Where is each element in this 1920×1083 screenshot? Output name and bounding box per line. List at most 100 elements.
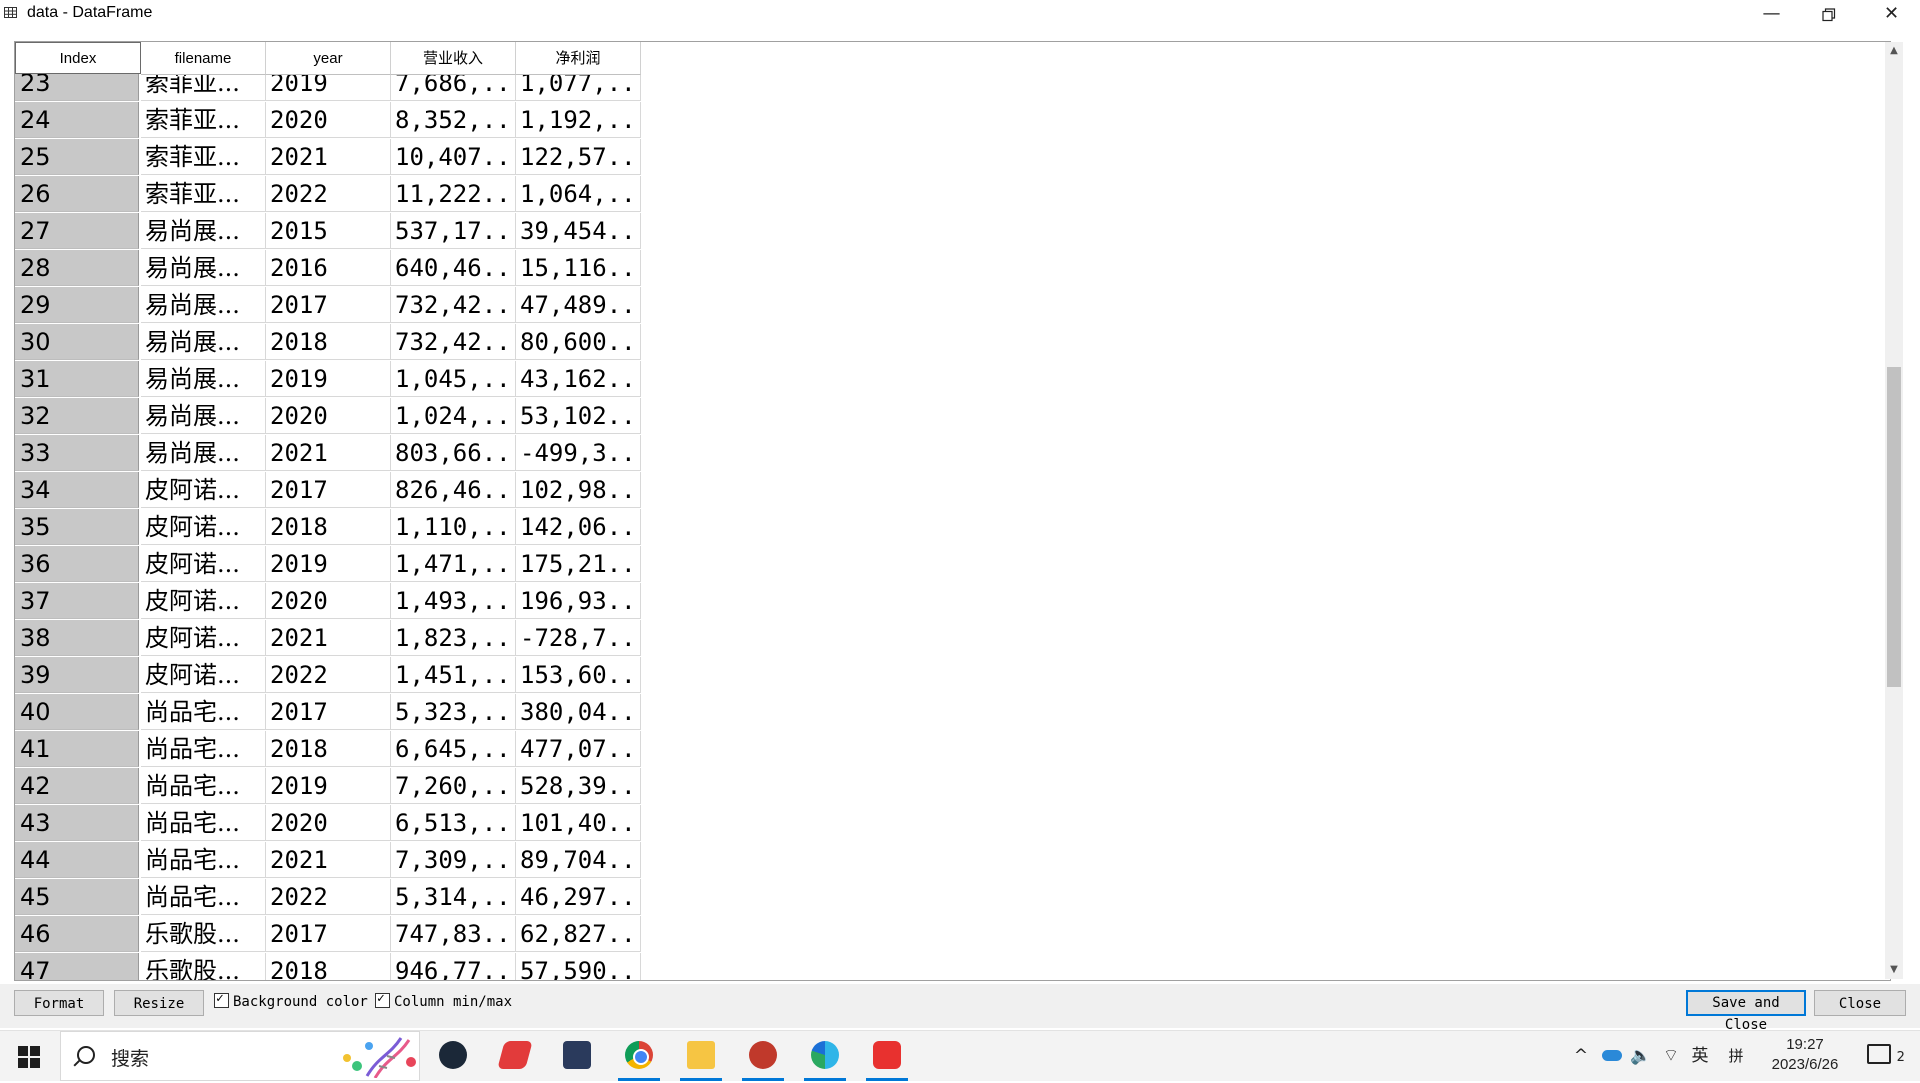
input-language-indicator[interactable]: 英 [1688, 1031, 1712, 1081]
cell-profit[interactable]: 196,93... [516, 583, 641, 619]
close-window-button[interactable]: ✕ [1863, 0, 1920, 29]
cell-profit[interactable]: 43,162... [516, 361, 641, 397]
cell-index[interactable]: 32 [15, 398, 139, 434]
cell-year[interactable]: 2021 [266, 842, 391, 878]
column-header-year[interactable]: year [266, 42, 391, 75]
cell-year[interactable]: 2017 [266, 916, 391, 952]
cell-profit[interactable]: 53,102... [516, 398, 641, 434]
scroll-down-arrow-icon[interactable]: ▼ [1885, 961, 1903, 979]
cell-profit[interactable]: 46,297... [516, 879, 641, 915]
cell-profit[interactable]: 477,07... [516, 731, 641, 767]
cell-profit[interactable]: -499,3... [516, 435, 641, 471]
notification-center-icon[interactable]: 2 [1866, 1031, 1906, 1081]
cell-year[interactable]: 2020 [266, 583, 391, 619]
cell-revenue[interactable]: 537,17... [391, 213, 516, 249]
cell-index[interactable]: 43 [15, 805, 139, 841]
cell-revenue[interactable]: 747,83... [391, 916, 516, 952]
cell-index[interactable]: 33 [15, 435, 139, 471]
cell-year[interactable]: 2016 [266, 250, 391, 286]
red-app-taskbar-icon[interactable] [486, 1031, 544, 1081]
cell-revenue[interactable]: 946,77... [391, 953, 516, 980]
cell-year[interactable]: 2015 [266, 213, 391, 249]
cell-revenue[interactable]: 826,46... [391, 472, 516, 508]
cell-year[interactable]: 2019 [266, 361, 391, 397]
cell-filename[interactable]: 尚品宅... [141, 731, 266, 767]
cell-filename[interactable]: 皮阿诺... [141, 620, 266, 656]
cell-profit[interactable]: 47,489... [516, 287, 641, 323]
cell-filename[interactable]: 易尚展... [141, 213, 266, 249]
cell-revenue[interactable]: 640,46... [391, 250, 516, 286]
cell-year[interactable]: 2019 [266, 546, 391, 582]
cell-filename[interactable]: 乐歌股... [141, 916, 266, 952]
steam-taskbar-icon[interactable] [424, 1031, 482, 1081]
cell-year[interactable]: 2021 [266, 435, 391, 471]
python-app-taskbar-icon[interactable] [734, 1031, 792, 1081]
cell-year[interactable]: 2021 [266, 620, 391, 656]
cell-filename[interactable]: 尚品宅... [141, 842, 266, 878]
cell-revenue[interactable]: 1,110,... [391, 509, 516, 545]
cell-revenue[interactable]: 7,309,... [391, 842, 516, 878]
cell-year[interactable]: 2017 [266, 694, 391, 730]
file-explorer-taskbar-icon[interactable] [672, 1031, 730, 1081]
cell-index[interactable]: 40 [15, 694, 139, 730]
cell-profit[interactable]: 102,98... [516, 472, 641, 508]
cell-index[interactable]: 47 [15, 953, 139, 980]
cell-filename[interactable]: 皮阿诺... [141, 546, 266, 582]
cell-filename[interactable]: 索菲亚... [141, 176, 266, 212]
wifi-icon[interactable]: ⌔ [1660, 1031, 1682, 1081]
cell-index[interactable]: 37 [15, 583, 139, 619]
cell-filename[interactable]: 尚品宅... [141, 694, 266, 730]
checkbox-checked-icon[interactable] [214, 990, 229, 1008]
cell-revenue[interactable]: 803,66... [391, 435, 516, 471]
cell-revenue[interactable]: 1,024,... [391, 398, 516, 434]
minimize-button[interactable]: — [1743, 0, 1800, 29]
cell-revenue[interactable]: 10,407... [391, 139, 516, 175]
cell-year[interactable]: 2022 [266, 879, 391, 915]
cell-filename[interactable]: 索菲亚... [141, 139, 266, 175]
cat-app-taskbar-icon[interactable] [548, 1031, 606, 1081]
cell-profit[interactable]: 101,40... [516, 805, 641, 841]
save-and-close-button[interactable]: Save and Close [1686, 990, 1806, 1033]
cell-year[interactable]: 2018 [266, 324, 391, 360]
cell-revenue[interactable]: 8,352,... [391, 102, 516, 138]
cell-revenue[interactable]: 1,451,... [391, 657, 516, 693]
cell-revenue[interactable]: 7,260,... [391, 768, 516, 804]
vertical-scrollbar[interactable]: ▲ ▼ [1885, 42, 1903, 979]
taskbar-search-box[interactable]: 搜索 [60, 1031, 420, 1081]
cell-filename[interactable]: 易尚展... [141, 435, 266, 471]
cell-revenue[interactable]: 6,513,... [391, 805, 516, 841]
cell-revenue[interactable]: 1,471,... [391, 546, 516, 582]
cell-revenue[interactable]: 732,42... [391, 324, 516, 360]
cell-revenue[interactable]: 11,222... [391, 176, 516, 212]
cell-index[interactable]: 29 [15, 287, 139, 323]
cell-profit[interactable]: 528,39... [516, 768, 641, 804]
cell-year[interactable]: 2020 [266, 102, 391, 138]
resize-button[interactable]: Resize [114, 990, 204, 1016]
cell-index[interactable]: 28 [15, 250, 139, 286]
scrollbar-thumb[interactable] [1887, 367, 1901, 687]
cell-index[interactable]: 45 [15, 879, 139, 915]
wps-taskbar-icon[interactable] [858, 1031, 916, 1081]
cell-profit[interactable]: 80,600... [516, 324, 641, 360]
cell-profit[interactable]: 89,704... [516, 842, 641, 878]
cell-year[interactable]: 2020 [266, 398, 391, 434]
cell-revenue[interactable]: 5,314,... [391, 879, 516, 915]
checkbox-checked-icon[interactable] [375, 990, 390, 1008]
cell-filename[interactable]: 易尚展... [141, 287, 266, 323]
cell-filename[interactable]: 易尚展... [141, 398, 266, 434]
cell-profit[interactable]: 62,827... [516, 916, 641, 952]
cell-profit[interactable]: 1,064,... [516, 176, 641, 212]
cell-index[interactable]: 30 [15, 324, 139, 360]
cell-filename[interactable]: 尚品宅... [141, 768, 266, 804]
cell-profit[interactable]: 39,454... [516, 213, 641, 249]
cell-filename[interactable]: 皮阿诺... [141, 472, 266, 508]
cell-index[interactable]: 44 [15, 842, 139, 878]
cell-revenue[interactable]: 1,493,... [391, 583, 516, 619]
cell-profit[interactable]: 380,04... [516, 694, 641, 730]
dataframe-table[interactable]: 23 索菲亚... 2019 7,686,... 1,077,... 24 索菲亚... 20… [14, 41, 1891, 981]
cell-revenue[interactable]: 5,323,... [391, 694, 516, 730]
cell-profit[interactable]: -728,7... [516, 620, 641, 656]
cell-profit[interactable]: 175,21... [516, 546, 641, 582]
column-header-index[interactable]: Index [15, 42, 141, 74]
cell-year[interactable]: 2020 [266, 805, 391, 841]
